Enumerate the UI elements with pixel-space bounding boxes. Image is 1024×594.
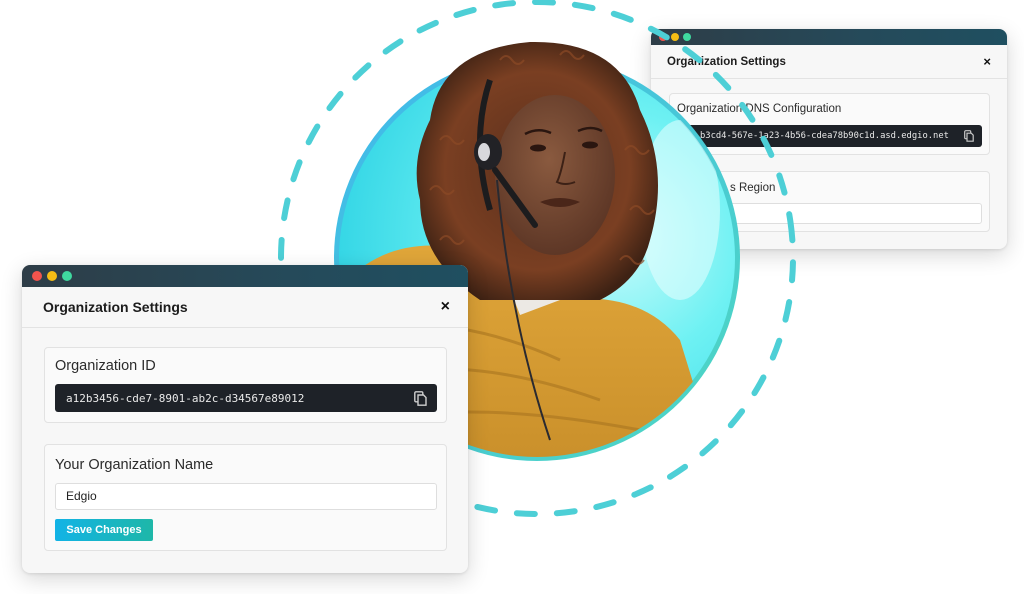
dns-configuration-field[interactable]: b3cd4-567e-1a23-4b56-cdea78b90c1d.asd.ed… — [677, 125, 982, 147]
close-window-dot[interactable] — [659, 33, 667, 41]
organization-settings-window-secondary: Organization Settings × Organization DNS… — [651, 29, 1007, 249]
copy-icon[interactable] — [964, 130, 974, 142]
organization-name-input[interactable]: Edgio — [55, 483, 437, 510]
window-title: Organization Settings — [43, 299, 188, 315]
copy-icon[interactable] — [414, 390, 427, 406]
organization-settings-window: Organization Settings × Organization ID … — [22, 265, 468, 573]
minimize-window-dot[interactable] — [671, 33, 679, 41]
maximize-window-dot[interactable] — [62, 271, 72, 281]
window-title: Organization Settings — [667, 55, 786, 68]
window-titlebar — [651, 29, 1007, 45]
close-window-dot[interactable] — [32, 271, 42, 281]
close-icon[interactable]: × — [441, 299, 450, 315]
region-card: s Region — [669, 171, 990, 232]
organization-name-label: Your Organization Name — [55, 457, 214, 473]
save-changes-button[interactable]: Save Changes — [55, 519, 153, 541]
organization-id-field[interactable]: a12b3456-cde7-8901-ab2c-d34567e89012 — [55, 384, 437, 412]
window-titlebar — [22, 265, 468, 287]
region-label: s Region — [730, 182, 776, 194]
organization-id-card: Organization ID a12b3456-cde7-8901-ab2c-… — [44, 347, 447, 423]
dns-configuration-label: Organization DNS Configuration — [677, 103, 842, 115]
organization-id-label: Organization ID — [55, 358, 156, 374]
maximize-window-dot[interactable] — [683, 33, 691, 41]
window-header: Organization Settings × — [651, 45, 1007, 79]
organization-id-value: a12b3456-cde7-8901-ab2c-d34567e89012 — [66, 391, 305, 405]
organization-name-card: Your Organization Name Edgio Save Change… — [44, 444, 447, 551]
window-header: Organization Settings × — [22, 287, 468, 328]
close-icon[interactable]: × — [983, 55, 991, 68]
minimize-window-dot[interactable] — [47, 271, 57, 281]
dns-configuration-card: Organization DNS Configuration b3cd4-567… — [669, 93, 990, 155]
dns-configuration-value: b3cd4-567e-1a23-4b56-cdea78b90c1d.asd.ed… — [700, 131, 949, 141]
region-input[interactable] — [677, 203, 982, 224]
